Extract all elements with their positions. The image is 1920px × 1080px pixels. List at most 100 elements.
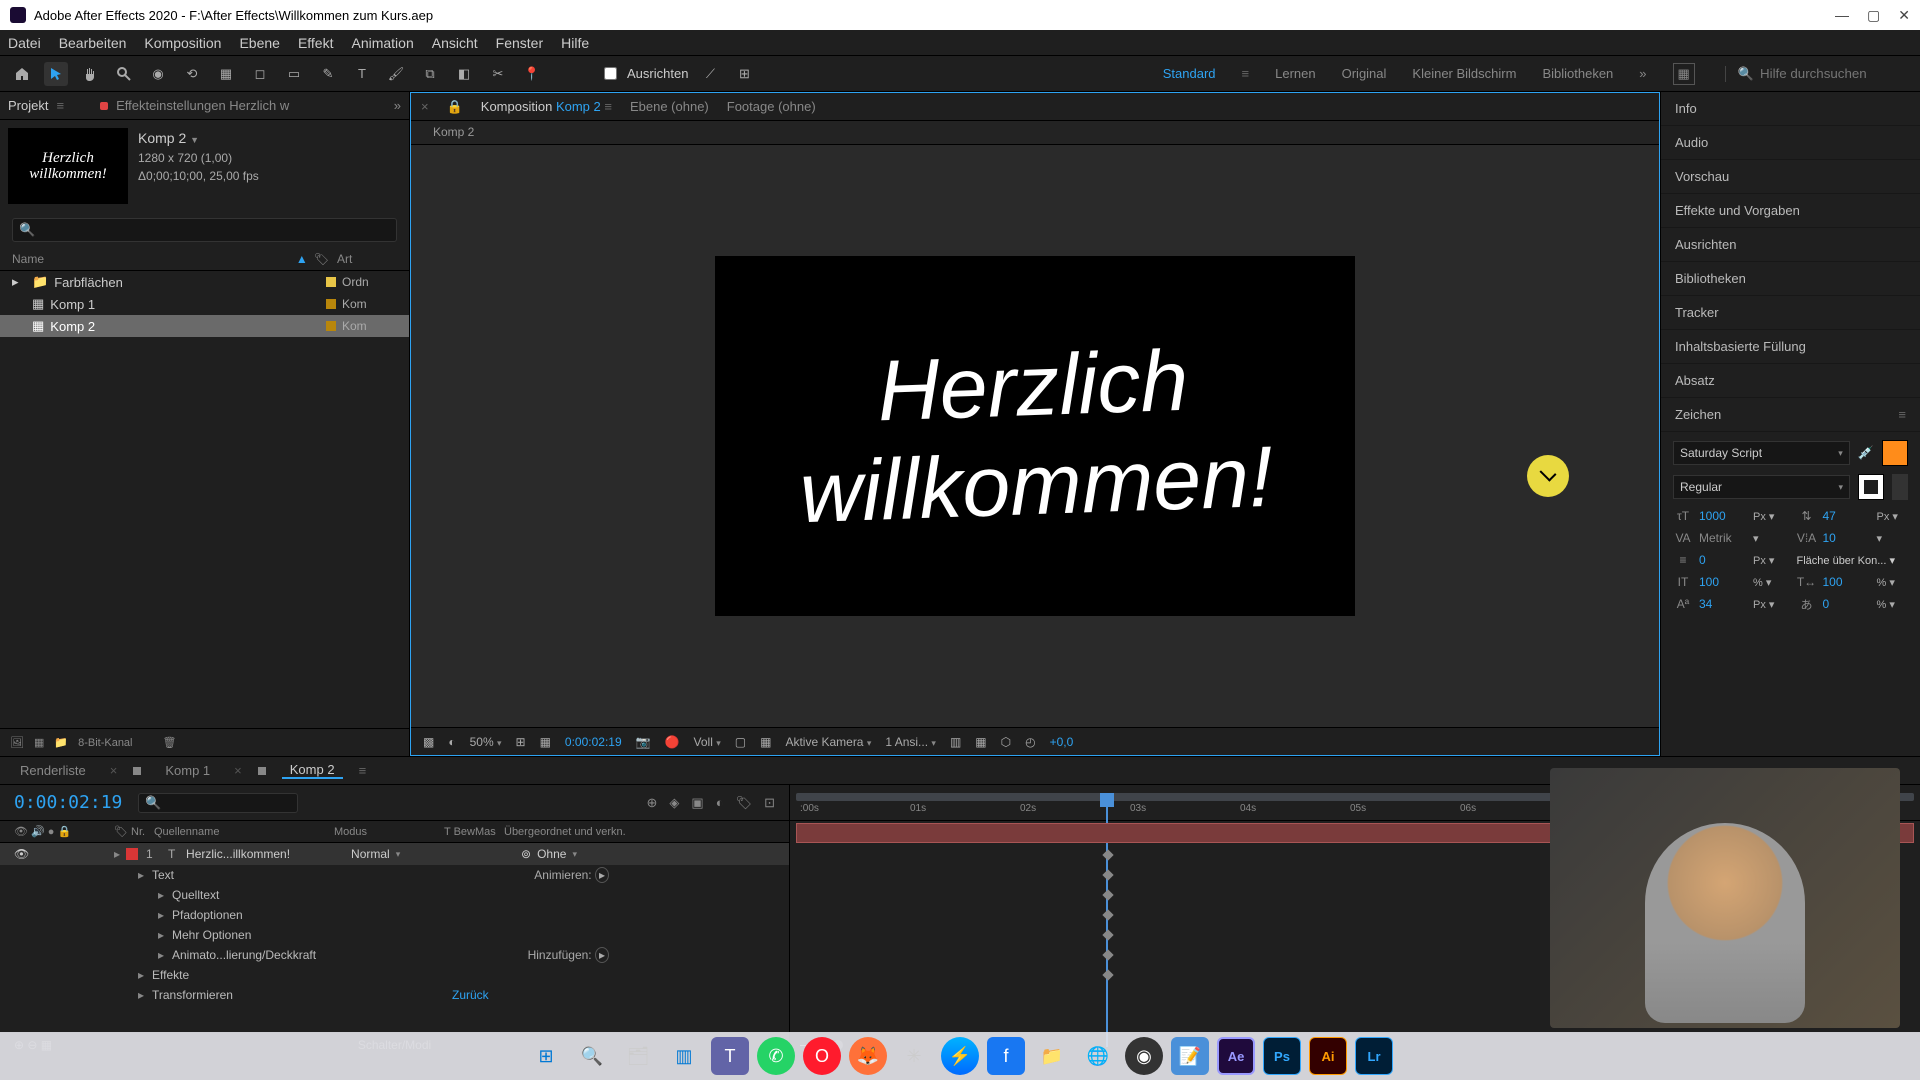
- eyedropper-icon[interactable]: 💉: [1858, 445, 1874, 461]
- rotate-tool[interactable]: ⟲: [180, 62, 204, 86]
- layer-search-input[interactable]: 🔍: [138, 793, 298, 813]
- panel-audio[interactable]: Audio: [1661, 126, 1920, 160]
- camera-tool[interactable]: ▦: [214, 62, 238, 86]
- vf-icon3[interactable]: ⬡: [1001, 735, 1011, 749]
- tb-whatsapp[interactable]: ✆: [757, 1037, 795, 1075]
- viewer-comp-tab[interactable]: Komposition Komp 2 ≡: [481, 99, 612, 114]
- tb-firefox[interactable]: 🦊: [849, 1037, 887, 1075]
- panel-inhaltsbasierte-füllung[interactable]: Inhaltsbasierte Füllung: [1661, 330, 1920, 364]
- col-type[interactable]: Art: [337, 252, 397, 266]
- snap-opts-icon[interactable]: ⟋: [698, 62, 722, 86]
- maximize-button[interactable]: ▢: [1867, 7, 1880, 24]
- transparency-icon[interactable]: ▦: [760, 735, 771, 749]
- stroke-color-swatch[interactable]: [1858, 474, 1884, 500]
- leading-value[interactable]: 47: [1823, 509, 1871, 523]
- panel-vorschau[interactable]: Vorschau: [1661, 160, 1920, 194]
- roto-tool[interactable]: ✂: [486, 62, 510, 86]
- resolution-dropdown[interactable]: Voll ▾: [694, 735, 721, 749]
- anchor-tool[interactable]: ◻: [248, 62, 272, 86]
- brush-tool[interactable]: 🖌: [384, 62, 408, 86]
- snapshot-icon[interactable]: 📷: [636, 735, 651, 749]
- zoom-tool[interactable]: [112, 62, 136, 86]
- orbit-tool[interactable]: ◉: [146, 62, 170, 86]
- grid-icon[interactable]: ⊞: [516, 735, 526, 749]
- snap-checkbox[interactable]: [604, 67, 617, 80]
- asset-row[interactable]: ▸📁FarbflächenOrdn: [0, 271, 409, 293]
- stroke-width-value[interactable]: 0: [1699, 553, 1747, 567]
- vf-icon4[interactable]: ◴: [1025, 735, 1035, 749]
- viewer-breadcrumb[interactable]: Komp 2: [411, 121, 1659, 145]
- close-tab-icon[interactable]: ×: [421, 99, 429, 114]
- pen-tool[interactable]: ✎: [316, 62, 340, 86]
- vscale-value[interactable]: 100: [1699, 575, 1747, 589]
- menu-fenster[interactable]: Fenster: [496, 35, 543, 51]
- tb-folder[interactable]: 📁: [1033, 1037, 1071, 1075]
- trash-icon[interactable]: 🗑: [163, 736, 177, 749]
- zoom-dropdown[interactable]: 50% ▾: [470, 735, 502, 749]
- property-row[interactable]: ▸Quelltext: [0, 885, 789, 905]
- views-dropdown[interactable]: 1 Ansi... ▾: [885, 735, 936, 749]
- panel-overflow-icon[interactable]: »: [394, 98, 401, 113]
- asset-row[interactable]: ▦Komp 1Kom: [0, 293, 409, 315]
- roi-icon[interactable]: ▢: [735, 735, 746, 749]
- tb-facebook[interactable]: f: [987, 1037, 1025, 1075]
- tl-icon-4[interactable]: ◐: [716, 795, 724, 811]
- alpha-icon[interactable]: ▩: [423, 735, 434, 749]
- property-row[interactable]: ▸TextAnimieren: ▸: [0, 865, 789, 885]
- menu-effekt[interactable]: Effekt: [298, 35, 334, 51]
- workspace-standard[interactable]: Standard: [1163, 66, 1216, 81]
- keyframe[interactable]: [1102, 929, 1113, 940]
- menu-komposition[interactable]: Komposition: [144, 35, 221, 51]
- tb-notes[interactable]: 📝: [1171, 1037, 1209, 1075]
- tb-windows[interactable]: ⊞: [527, 1037, 565, 1075]
- keyframe[interactable]: [1102, 909, 1113, 920]
- tb-chrome[interactable]: 🌐: [1079, 1037, 1117, 1075]
- panel-tracker[interactable]: Tracker: [1661, 296, 1920, 330]
- new-comp-icon[interactable]: ▦: [34, 736, 44, 749]
- tb-obs[interactable]: ◉: [1125, 1037, 1163, 1075]
- hscale-value[interactable]: 100: [1823, 575, 1871, 589]
- menu-animation[interactable]: Animation: [351, 35, 413, 51]
- mask-icon[interactable]: ◐: [448, 735, 455, 749]
- interpret-icon[interactable]: 🖼: [10, 736, 24, 749]
- visibility-icon[interactable]: 👁: [14, 847, 34, 861]
- eraser-tool[interactable]: ◧: [452, 62, 476, 86]
- menu-ansicht[interactable]: Ansicht: [432, 35, 478, 51]
- help-search-input[interactable]: [1760, 66, 1910, 81]
- tb-ae[interactable]: Ae: [1217, 1037, 1255, 1075]
- workspace-kleiner[interactable]: Kleiner Bildschirm: [1412, 66, 1516, 81]
- workspace-original[interactable]: Original: [1342, 66, 1387, 81]
- tb-taskview[interactable]: ▥: [665, 1037, 703, 1075]
- workspace-bibliotheken[interactable]: Bibliotheken: [1542, 66, 1613, 81]
- home-tool[interactable]: [10, 62, 34, 86]
- baseline-value[interactable]: 34: [1699, 597, 1747, 611]
- composition-canvas[interactable]: Herzlich willkommen!: [715, 256, 1355, 616]
- keyframe[interactable]: [1102, 869, 1113, 880]
- workspace-lernen[interactable]: Lernen: [1275, 66, 1315, 81]
- bit-depth[interactable]: 8-Bit-Kanal: [78, 737, 132, 749]
- font-size-value[interactable]: 1000: [1699, 509, 1747, 523]
- tl-icon-5[interactable]: 🏷: [736, 795, 753, 811]
- vf-icon1[interactable]: ▥: [950, 735, 961, 749]
- asset-row[interactable]: ▦Komp 2Kom: [0, 315, 409, 337]
- clone-tool[interactable]: ⧉: [418, 62, 442, 86]
- property-row[interactable]: ▸Animato...lierung/DeckkraftHinzufügen: …: [0, 945, 789, 965]
- selection-tool[interactable]: [44, 62, 68, 86]
- tb-lr[interactable]: Lr: [1355, 1037, 1393, 1075]
- font-family-dropdown[interactable]: Saturday Script▾: [1673, 441, 1850, 465]
- workspace-overflow-icon[interactable]: »: [1639, 66, 1646, 81]
- col-name[interactable]: Name: [12, 252, 296, 266]
- property-row[interactable]: ▸Pfadoptionen: [0, 905, 789, 925]
- comp-name[interactable]: Komp 2: [138, 130, 186, 146]
- menu-bearbeiten[interactable]: Bearbeiten: [59, 35, 127, 51]
- tl-icon-6[interactable]: ⊡: [764, 795, 775, 811]
- close-button[interactable]: ✕: [1898, 7, 1910, 24]
- tl-tab-komp2[interactable]: Komp 2: [282, 762, 343, 779]
- playhead[interactable]: [1100, 793, 1114, 807]
- tl-icon-3[interactable]: ▣: [691, 795, 703, 811]
- property-row[interactable]: ▸Effekte: [0, 965, 789, 985]
- swap-colors-icon[interactable]: [1892, 474, 1908, 500]
- blend-mode-dropdown[interactable]: Normal▾: [351, 847, 461, 861]
- shape-tool[interactable]: ▭: [282, 62, 306, 86]
- menu-ebene[interactable]: Ebene: [239, 35, 279, 51]
